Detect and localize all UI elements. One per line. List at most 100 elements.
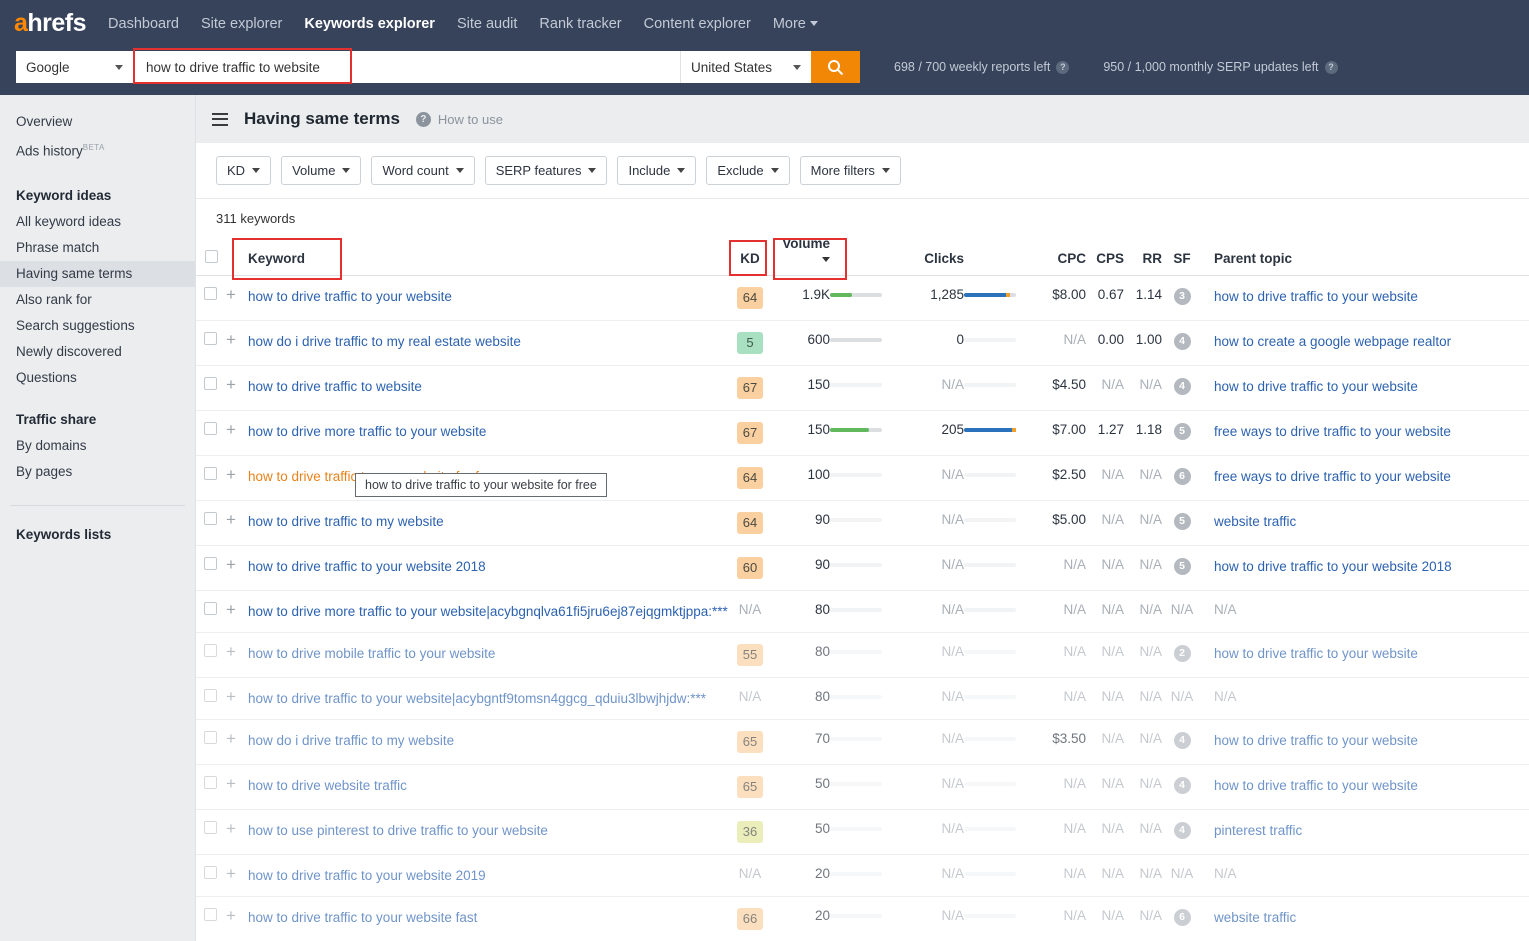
serp-features-badge[interactable]: 4 [1173,822,1191,839]
th-kd[interactable]: KD [728,236,772,276]
search-input[interactable] [144,58,670,76]
serp-features-badge[interactable]: 4 [1173,378,1191,395]
row-checkbox[interactable] [204,287,217,300]
keyword-link[interactable]: how to drive traffic to my website [248,512,444,531]
serp-features-badge[interactable]: 4 [1173,732,1191,749]
filter-exclude[interactable]: Exclude [706,156,790,185]
th-keyword[interactable]: Keyword [248,236,728,276]
table-row[interactable]: + how to drive traffic to your website|ac… [196,677,1529,720]
search-button[interactable] [811,51,860,83]
th-cpc[interactable]: CPC [1030,236,1086,276]
parent-topic-link[interactable]: website traffic [1214,512,1296,531]
parent-topic-link[interactable]: how to drive traffic to your website [1214,377,1418,396]
table-row[interactable]: + how to drive traffic to your website fa… [196,896,1529,941]
keyword-link[interactable]: how do i drive traffic to my real estate… [248,332,521,351]
nav-item-content-explorer[interactable]: Content explorer [644,16,751,32]
nav-item-rank-tracker[interactable]: Rank tracker [539,16,621,32]
keyword-link[interactable]: how to drive mobile traffic to your webs… [248,644,495,663]
select-all-checkbox[interactable] [204,250,218,263]
plus-icon[interactable]: + [226,643,236,660]
help-icon[interactable]: ? [1324,60,1338,74]
plus-icon[interactable]: + [226,688,236,705]
row-checkbox[interactable] [204,467,217,480]
row-checkbox[interactable] [204,776,217,789]
row-checkbox[interactable] [204,422,217,435]
row-checkbox[interactable] [204,821,217,834]
table-row[interactable]: + how to drive traffic to your website 20… [196,854,1529,897]
parent-topic-link[interactable]: free ways to drive traffic to your websi… [1214,422,1451,441]
table-row[interactable]: + how to drive traffic to your website 64 1… [196,275,1529,321]
plus-icon[interactable]: + [226,775,236,792]
parent-topic-link[interactable]: how to drive traffic to your website [1214,731,1418,750]
table-row[interactable]: + how to drive mobile traffic to your web… [196,632,1529,678]
serp-features-badge[interactable]: 6 [1173,909,1191,926]
hamburger-icon[interactable] [212,112,228,126]
table-row[interactable]: + how to drive website traffic 65 50 N/A N/A N… [196,764,1529,810]
row-checkbox[interactable] [204,512,217,525]
table-row[interactable]: + how to drive traffic to my website 64 90 N… [196,500,1529,546]
th-sf[interactable]: SF [1162,236,1202,276]
row-checkbox[interactable] [204,644,217,657]
filter-include[interactable]: Include [617,156,697,185]
sidebar-item-by-domains[interactable]: By domains [0,433,195,459]
table-row[interactable]: + how do i drive traffic to my real estat… [196,320,1529,366]
table-row[interactable]: + how to drive more traffic to your websi… [196,590,1529,633]
plus-icon[interactable]: + [226,466,236,483]
table-row[interactable]: + how to drive traffic to website 67 150 N/A… [196,365,1529,411]
keyword-link[interactable]: how to drive website traffic [248,776,407,795]
sidebar-item-overview[interactable]: Overview [0,109,195,135]
keyword-link[interactable]: how to drive traffic to your website 201… [248,557,486,576]
th-clicks[interactable]: Clicks [896,236,964,276]
help-icon[interactable]: ? [1056,60,1070,74]
how-to-use-link[interactable]: ? How to use [415,111,503,127]
keyword-link[interactable]: how to drive traffic to your website 201… [248,866,486,885]
th-cps[interactable]: CPS [1086,236,1124,276]
table-row[interactable]: + how to drive traffic to your website 20… [196,545,1529,591]
sidebar-item-phrase-match[interactable]: Phrase match [0,235,195,261]
nav-item-keywords-explorer[interactable]: Keywords explorer [304,16,435,32]
row-checkbox[interactable] [204,908,217,921]
row-checkbox[interactable] [204,602,217,615]
parent-topic-link[interactable]: how to drive traffic to your website [1214,644,1418,663]
filter-volume[interactable]: Volume [281,156,362,185]
parent-topic-link[interactable]: how to drive traffic to your website 201… [1214,557,1452,576]
plus-icon[interactable]: + [226,556,236,573]
table-row[interactable]: + how to drive more traffic to your websi… [196,410,1529,456]
serp-features-badge[interactable]: 5 [1173,513,1191,530]
row-checkbox[interactable] [204,332,217,345]
nav-item-more[interactable]: More [773,16,818,32]
serp-features-badge[interactable]: 4 [1173,777,1191,794]
plus-icon[interactable]: + [226,730,236,747]
plus-icon[interactable]: + [226,601,236,618]
plus-icon[interactable]: + [226,286,236,303]
serp-features-badge[interactable]: 3 [1173,288,1191,305]
sidebar-item-having-same-terms[interactable]: Having same terms [0,261,195,287]
plus-icon[interactable]: + [226,421,236,438]
th-volume[interactable]: Volume [772,236,830,276]
plus-icon[interactable]: + [226,907,236,924]
plus-icon[interactable]: + [226,331,236,348]
ahrefs-logo[interactable]: ahrefs [14,11,87,36]
sidebar-item-also-rank-for[interactable]: Also rank for [0,287,195,313]
serp-features-badge[interactable]: 5 [1173,558,1191,575]
sidebar-item-all-keyword-ideas[interactable]: All keyword ideas [0,209,195,235]
sidebar-item-questions[interactable]: Questions [0,365,195,391]
filter-kd[interactable]: KD [216,156,272,185]
keyword-link[interactable]: how to drive traffic to your website fas… [248,908,477,927]
sidebar-heading-keywords-lists[interactable]: Keywords lists [0,522,195,548]
keyword-link[interactable]: how to drive more traffic to your websit… [248,602,728,621]
parent-topic-link[interactable]: how to drive traffic to your website [1214,287,1418,306]
nav-item-site-audit[interactable]: Site audit [457,16,517,32]
th-rr[interactable]: RR [1124,236,1162,276]
filter-more-filters[interactable]: More filters [799,156,901,185]
sidebar-item-ads-history[interactable]: Ads historyBETA [0,135,195,161]
sidebar-item-by-pages[interactable]: By pages [0,459,195,485]
plus-icon[interactable]: + [226,376,236,393]
search-engine-select[interactable]: Google [16,51,134,83]
plus-icon[interactable]: + [226,820,236,837]
parent-topic-link[interactable]: website traffic [1214,908,1296,927]
keyword-link[interactable]: how to use pinterest to drive traffic to… [248,821,548,840]
sidebar-item-search-suggestions[interactable]: Search suggestions [0,313,195,339]
parent-topic-link[interactable]: how to drive traffic to your website [1214,776,1418,795]
serp-features-badge[interactable]: 6 [1173,468,1191,485]
